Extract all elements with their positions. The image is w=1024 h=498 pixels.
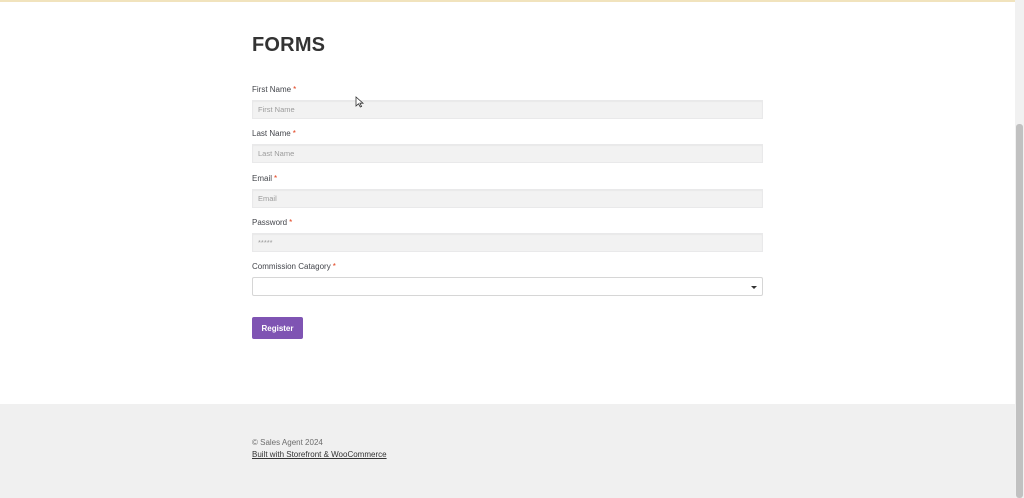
required-mark: *: [293, 85, 297, 94]
required-mark: *: [274, 174, 278, 183]
chevron-down-icon: [751, 286, 757, 289]
mouse-cursor-icon: [355, 96, 365, 108]
first-name-field: First Name *: [252, 84, 763, 119]
required-mark: *: [332, 262, 336, 271]
required-mark: *: [289, 218, 293, 227]
footer-copyright: © Sales Agent 2024: [252, 438, 323, 447]
last-name-label: Last Name *: [252, 129, 296, 138]
commission-category-select[interactable]: [252, 277, 763, 296]
email-label: Email *: [252, 174, 278, 183]
page: FORMS First Name* Last Name* Email* Pass…: [0, 0, 1024, 498]
email-input[interactable]: [252, 189, 763, 208]
last-name-field: Last Name *: [252, 128, 763, 163]
password-field: Password *: [252, 217, 763, 252]
password-input[interactable]: [252, 233, 763, 252]
last-name-input[interactable]: [252, 144, 763, 163]
required-mark: *: [292, 129, 296, 138]
password-label: Password *: [252, 218, 293, 227]
scrollbar-thumb[interactable]: [1016, 124, 1023, 498]
site-footer: © Sales Agent 2024 Built with Storefront…: [0, 404, 1015, 498]
top-border-line: [0, 0, 1015, 2]
page-title: FORMS: [252, 34, 326, 56]
first-name-input[interactable]: [252, 100, 763, 119]
email-field: Email *: [252, 173, 763, 208]
first-name-label: First Name *: [252, 85, 297, 94]
register-button[interactable]: Register: [252, 317, 303, 339]
footer-credit-link[interactable]: Built with Storefront & WooCommerce: [252, 450, 387, 459]
commission-category-field: Commission Catagory *: [252, 261, 763, 296]
commission-category-label: Commission Catagory *: [252, 262, 336, 271]
